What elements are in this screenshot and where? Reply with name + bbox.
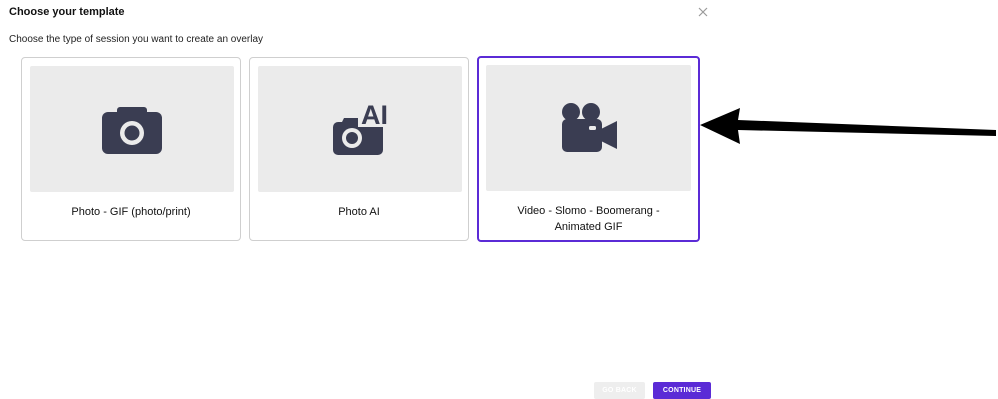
continue-button[interactable]: CONTINUE [653, 382, 711, 399]
template-thumbnail [30, 66, 234, 192]
video-camera-icon [561, 103, 617, 152]
template-label: Photo - GIF (photo/print) [71, 206, 191, 218]
template-card-photo-ai[interactable]: AI Photo AI [249, 57, 469, 241]
template-label: Photo AI [338, 206, 380, 218]
camera-ai-icon: AI [333, 101, 388, 155]
dialog-subtitle: Choose the type of session you want to c… [9, 34, 264, 45]
dialog-title: Choose your template [9, 6, 125, 18]
go-back-button[interactable]: GO BACK [594, 382, 645, 399]
template-card-photo[interactable]: Photo - GIF (photo/print) [21, 57, 241, 241]
close-icon[interactable] [697, 6, 709, 18]
template-card-video[interactable]: Video - Slomo - Boomerang - Animated GIF [477, 56, 700, 242]
template-label: Video - Slomo - Boomerang - Animated GIF [517, 205, 660, 233]
arrow-left-icon [700, 108, 996, 144]
camera-ai-icon-text: AI [361, 101, 388, 130]
template-thumbnail [486, 65, 691, 191]
template-thumbnail: AI [258, 66, 462, 192]
camera-icon [102, 107, 162, 154]
